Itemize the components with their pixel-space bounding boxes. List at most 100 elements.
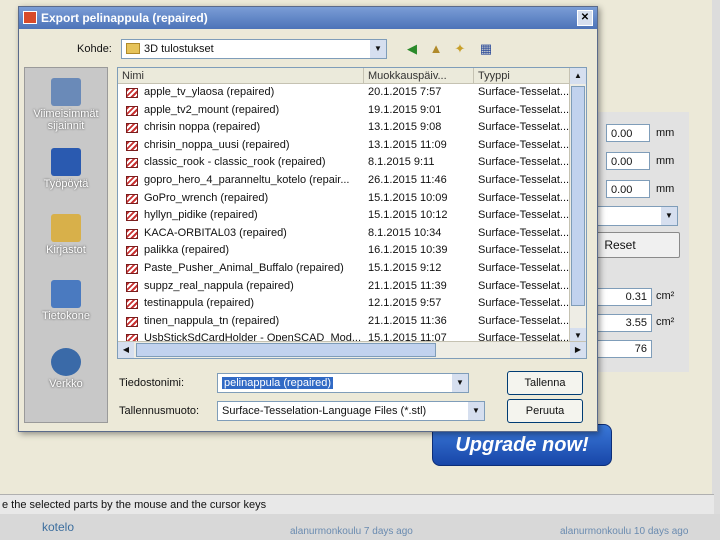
scroll-left-icon[interactable]: ◀: [118, 342, 134, 358]
file-type: Surface-Tesselat...: [478, 297, 570, 310]
file-date: 21.1.2015 11:36: [368, 314, 447, 327]
stl-file-icon: [126, 105, 138, 116]
location-select[interactable]: 3D tulostukset ▼: [121, 39, 387, 59]
horizontal-scrollbar[interactable]: ◀ ▶: [118, 341, 586, 358]
file-row[interactable]: apple_tv2_mount (repaired) 19.1.2015 9:01…: [118, 102, 570, 120]
file-date: 20.1.2015 7:57: [368, 86, 442, 98]
place-libraries[interactable]: Kirjastot: [25, 214, 107, 256]
save-button[interactable]: Tallenna: [507, 371, 583, 395]
scroll-right-icon[interactable]: ▶: [570, 342, 586, 358]
file-type: Surface-Tesselat...: [478, 262, 570, 274]
stl-file-icon: [126, 246, 138, 257]
vertical-scrollbar[interactable]: ▲ ▼: [569, 68, 586, 344]
offset-x-field[interactable]: 0.00: [606, 124, 650, 142]
column-header-name[interactable]: Nimi: [118, 68, 364, 84]
place-label: Verkko: [49, 378, 83, 390]
background-dropdown[interactable]: ▼: [594, 206, 678, 226]
view-menu-icon[interactable]: ▦: [477, 40, 495, 58]
format-select[interactable]: Surface-Tesselation-Language Files (*.st…: [217, 401, 485, 421]
file-name: gopro_hero_4_paranneltu_kotelo (repair..…: [144, 174, 350, 186]
place-recent[interactable]: Viimeisimmät sijainnit: [25, 78, 107, 132]
stl-file-icon: [126, 299, 138, 310]
file-name: chrisin_noppa_uusi (repaired): [144, 138, 290, 151]
stl-file-icon: [126, 211, 138, 222]
file-type: Surface-Tesselat...: [478, 103, 570, 116]
surface-area-value: 0.31: [592, 288, 652, 306]
file-type: Surface-Tesselat...: [478, 138, 570, 151]
file-type: Surface-Tesselat...: [478, 314, 570, 327]
taskbar-item-kotelo[interactable]: kotelo: [42, 520, 74, 534]
file-name: KACA-ORBITAL03 (repaired): [144, 226, 287, 239]
format-label: Tallennusmuoto:: [119, 405, 200, 417]
place-network[interactable]: Verkko: [25, 348, 107, 390]
cancel-button[interactable]: Peruuta: [507, 399, 583, 423]
export-dialog: Export pelinappula (repaired) ✕ Kohde: 3…: [18, 6, 598, 432]
file-name: palikka (repaired): [144, 244, 229, 257]
file-name: GoPro_wrench (repaired): [144, 191, 269, 204]
column-header-date[interactable]: Muokkauspäiv...: [364, 68, 474, 84]
stl-file-icon: [126, 316, 138, 327]
file-name: apple_tv_ylaosa (repaired): [144, 86, 275, 98]
offset-z-field[interactable]: 0.00: [606, 180, 650, 198]
file-row[interactable]: GoPro_wrench (repaired) 15.1.2015 10:09 Su…: [118, 190, 570, 208]
file-row[interactable]: Paste_Pusher_Animal_Buffalo (repaired) 15…: [118, 260, 570, 278]
taskbar-item-right[interactable]: alanurmonkoulu 10 days ago: [560, 526, 688, 537]
desktop-icon: [51, 148, 81, 176]
dialog-title: Export pelinappula (repaired): [41, 11, 208, 25]
file-row[interactable]: chrisin noppa (repaired) 13.1.2015 9:08 Su…: [118, 119, 570, 137]
libraries-icon: [51, 214, 81, 242]
file-date: 19.1.2015 9:01: [368, 103, 442, 116]
scroll-up-icon[interactable]: ▲: [570, 68, 586, 84]
stl-file-icon: [126, 123, 138, 134]
chevron-down-icon: ▼: [661, 207, 677, 225]
filename-value: pelinappula (repaired): [222, 377, 334, 389]
file-name: testinappula (repaired): [144, 297, 255, 310]
file-row[interactable]: hyllyn_pidike (repaired) 15.1.2015 10:12 S…: [118, 207, 570, 225]
file-type: Surface-Tesselat...: [478, 86, 570, 98]
file-date: 15.1.2015 9:12: [368, 262, 442, 274]
place-computer[interactable]: Tietokone: [25, 280, 107, 322]
file-type: Surface-Tesselat...: [478, 209, 570, 222]
places-bar: Viimeisimmät sijainnit Työpöytä Kirjasto…: [24, 67, 108, 423]
app-icon: [23, 11, 37, 24]
file-date: 13.1.2015 11:09: [368, 138, 447, 151]
back-icon[interactable]: ◀: [403, 40, 421, 58]
dialog-titlebar[interactable]: Export pelinappula (repaired) ✕: [19, 7, 597, 29]
volume-unit: cm²: [656, 316, 675, 328]
file-row[interactable]: suppz_real_nappula (repaired) 21.1.2015 1…: [118, 278, 570, 296]
close-icon[interactable]: ✕: [577, 10, 593, 26]
file-row[interactable]: tinen_nappula_tn (repaired) 21.1.2015 11:…: [118, 313, 570, 331]
volume-value: 3.55: [592, 314, 652, 332]
folder-icon: [126, 43, 140, 54]
file-list: Nimi Muokkauspäiv... Tyyppi apple_tv_yla…: [117, 67, 587, 359]
status-bar: e the selected parts by the mouse and th…: [0, 494, 714, 515]
scroll-thumb[interactable]: [136, 343, 436, 357]
recent-places-icon: [51, 78, 81, 106]
place-label: Työpöytä: [43, 178, 89, 190]
file-row[interactable]: chrisin_noppa_uusi (repaired) 13.1.2015 1…: [118, 137, 570, 155]
column-header-type[interactable]: Tyyppi: [474, 68, 570, 84]
stl-file-icon: [126, 193, 138, 204]
file-row[interactable]: palikka (repaired) 16.1.2015 10:39 Surface…: [118, 242, 570, 260]
offset-y-field[interactable]: 0.00: [606, 152, 650, 170]
place-desktop[interactable]: Työpöytä: [25, 148, 107, 190]
file-name: classic_rook - classic_rook (repaired): [144, 156, 326, 169]
file-name: apple_tv2_mount (repaired): [144, 103, 280, 116]
file-type: Surface-Tesselat...: [478, 156, 570, 169]
new-folder-icon[interactable]: ✦: [451, 40, 469, 58]
file-row[interactable]: gopro_hero_4_paranneltu_kotelo (repair..…: [118, 172, 570, 190]
file-row[interactable]: KACA-ORBITAL03 (repaired) 8.1.2015 10:34 S…: [118, 225, 570, 243]
place-label: Viimeisimmät sijainnit: [33, 108, 99, 132]
filename-input[interactable]: pelinappula (repaired) ▼: [217, 373, 469, 393]
file-type: Surface-Tesselat...: [478, 244, 570, 257]
file-row[interactable]: classic_rook - classic_rook (repaired) 8.…: [118, 154, 570, 172]
file-type: Surface-Tesselat...: [478, 191, 570, 204]
file-row[interactable]: testinappula (repaired) 12.1.2015 9:57 Sur…: [118, 295, 570, 313]
kohde-label: Kohde:: [77, 43, 112, 55]
offset-z-unit: mm: [656, 183, 675, 195]
stl-file-icon: [126, 158, 138, 169]
up-folder-icon[interactable]: ▲: [427, 40, 445, 58]
file-row[interactable]: apple_tv_ylaosa (repaired) 20.1.2015 7:57…: [118, 84, 570, 102]
scroll-thumb[interactable]: [571, 86, 585, 306]
taskbar-item-mid[interactable]: alanurmonkoulu 7 days ago: [290, 526, 413, 537]
